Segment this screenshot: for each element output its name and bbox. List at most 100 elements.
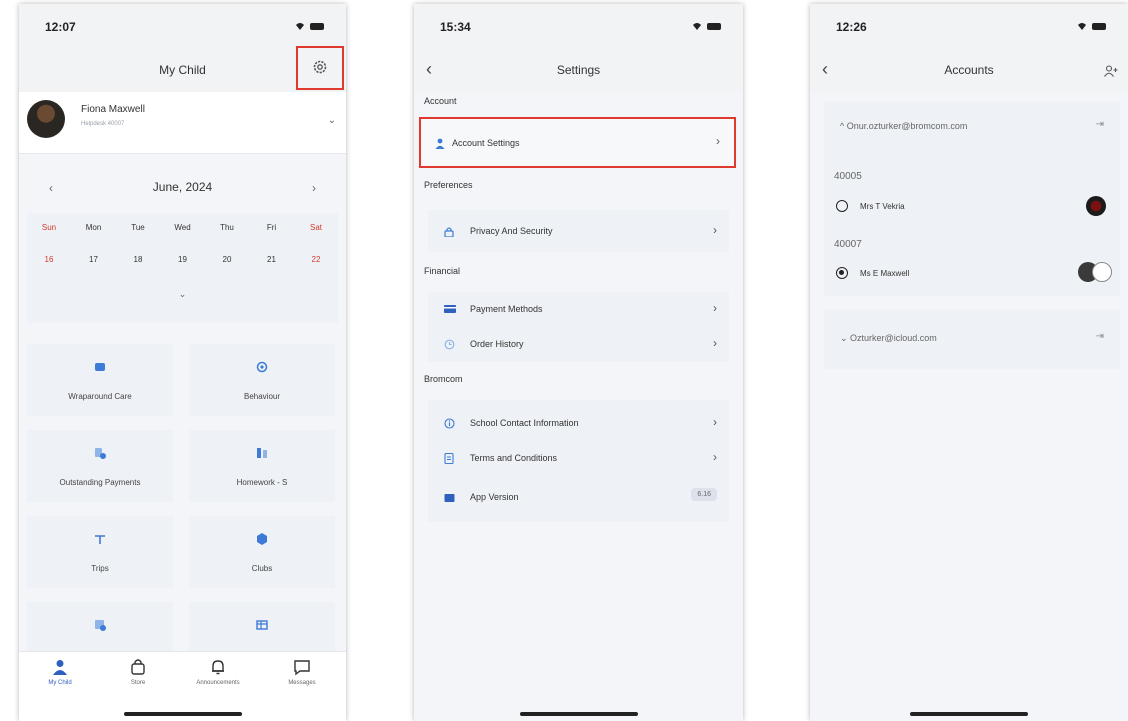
wraparound-care-icon — [95, 363, 105, 371]
calendar-date[interactable]: 21 — [258, 255, 286, 264]
privacy-security-row[interactable]: Privacy And Security › — [428, 214, 729, 248]
school-contact-row[interactable]: School Contact Information › — [428, 406, 729, 440]
calendar-week-grid: Sun Mon Tue Wed Thu Fri Sat 16 17 18 19 … — [27, 213, 338, 323]
calendar-date[interactable]: 22 — [302, 255, 330, 264]
lock-icon — [444, 227, 454, 237]
wifi-icon — [296, 23, 304, 30]
calendar-next-button[interactable]: › — [312, 181, 316, 195]
tile-behaviour[interactable]: Behaviour — [189, 344, 335, 416]
tab-label: Store — [130, 680, 146, 686]
status-time: 12:26 — [836, 20, 867, 34]
tile-label: Wraparound Care — [68, 392, 132, 401]
battery-icon — [1092, 22, 1106, 30]
calendar-date[interactable]: 19 — [169, 255, 197, 264]
status-bar: 12:07 — [19, 4, 346, 52]
tile-homework[interactable]: Homework - S — [189, 430, 335, 502]
status-bar: 15:34 — [414, 4, 743, 52]
logout-icon[interactable]: ⇥ — [1096, 331, 1104, 342]
tab-announcements[interactable]: Announcements — [183, 658, 253, 686]
avatar-placeholder-icon — [1092, 262, 1112, 282]
row-label: Account Settings — [452, 138, 520, 148]
tile-wraparound-care[interactable]: Wraparound Care — [27, 344, 173, 416]
payment-methods-row[interactable]: Payment Methods › — [428, 292, 729, 326]
child-subtitle: Helpdesk 40007 — [81, 121, 125, 127]
student-id: 40005 — [834, 171, 862, 182]
phone-my-child-screen: 12:07 My Child Fiona Maxwell Helpdesk 40… — [19, 4, 346, 721]
tab-store[interactable]: Store — [103, 658, 173, 686]
tile-label: Behaviour — [243, 392, 281, 401]
tab-messages[interactable]: Messages — [267, 658, 337, 686]
battery-icon — [707, 22, 721, 30]
person-icon — [53, 660, 67, 675]
account-panel-bromcom: ^ Onur.ozturker@bromcom.com ⇥ 40005 Mrs … — [824, 101, 1120, 296]
account-settings-row[interactable]: Account Settings › — [419, 117, 736, 168]
row-label: School Contact Information — [470, 418, 579, 428]
order-history-row[interactable]: Order History › — [428, 327, 729, 361]
chevron-right-icon: › — [713, 336, 717, 350]
status-icons — [692, 21, 721, 31]
calendar-date-row: 16 17 18 19 20 21 22 — [35, 255, 330, 264]
account-email-text: Onur.ozturker@bromcom.com — [846, 121, 968, 131]
calendar-date[interactable]: 20 — [213, 255, 241, 264]
calendar-date[interactable]: 16 — [35, 255, 63, 264]
tile-label: Clubs — [251, 564, 273, 573]
card-icon — [444, 305, 456, 313]
battery-icon — [310, 22, 324, 30]
tab-bar: My Child Store Announcements Messages — [19, 651, 346, 721]
homework-icon — [257, 448, 267, 458]
trips-icon — [95, 535, 105, 544]
section-heading-preferences: Preferences — [424, 180, 473, 190]
tile-clubs[interactable]: Clubs — [189, 516, 335, 588]
home-indicator — [123, 712, 242, 716]
status-icons — [295, 21, 324, 31]
logout-icon[interactable]: ⇥ — [1096, 119, 1104, 130]
calendar-expand-chevron-icon[interactable]: ⌄ — [27, 289, 338, 300]
bell-icon — [212, 660, 224, 675]
wifi-icon — [1078, 23, 1086, 30]
timetable-icon — [256, 620, 268, 630]
settings-button[interactable] — [296, 46, 344, 90]
history-icon — [444, 339, 455, 350]
account-header-row[interactable]: ⌄ Ozturker@icloud.com ⇥ — [824, 331, 1120, 351]
weekday-label: Wed — [174, 223, 191, 232]
account-header-row[interactable]: ^ Onur.ozturker@bromcom.com ⇥ — [824, 119, 1120, 139]
financial-group: Payment Methods › Order History › — [428, 292, 729, 362]
chevron-right-icon: › — [713, 450, 717, 464]
tab-my-child[interactable]: My Child — [25, 658, 95, 686]
phone-accounts-screen: 12:26 ‹ Accounts ^ Onur.ozturker@bromcom… — [810, 4, 1128, 721]
tile-trips[interactable]: Trips — [27, 516, 173, 588]
row-label: Payment Methods — [470, 304, 543, 314]
calendar-date[interactable]: 18 — [124, 255, 152, 264]
weekday-label: Thu — [220, 223, 234, 232]
page-title: Accounts — [944, 63, 994, 77]
page-title: Settings — [556, 63, 601, 77]
weekday-label: Mon — [85, 223, 102, 232]
status-time: 15:34 — [440, 20, 471, 34]
weekday-label: Sat — [309, 223, 322, 232]
chevron-down-icon: ⌄ — [840, 333, 851, 343]
terms-conditions-row[interactable]: Terms and Conditions › — [428, 441, 729, 475]
bromcom-group: School Contact Information › Terms and C… — [428, 400, 729, 522]
child-selector[interactable]: Fiona Maxwell Helpdesk 40007 ⌄ — [19, 92, 346, 154]
chevron-right-icon: › — [713, 415, 717, 429]
weekday-label: Fri — [266, 223, 277, 232]
avatar — [27, 100, 65, 138]
row-label: Privacy And Security — [470, 226, 553, 236]
tile-outstanding-payments[interactable]: Outstanding Payments — [27, 430, 173, 502]
chevron-down-icon[interactable]: ⌄ — [328, 115, 336, 126]
row-label: Terms and Conditions — [470, 453, 558, 463]
calendar-date[interactable]: 17 — [80, 255, 108, 264]
tab-label: My Child — [48, 680, 72, 686]
message-icon — [294, 660, 310, 676]
gear-icon — [313, 60, 327, 74]
add-account-icon[interactable] — [1104, 65, 1118, 77]
radio-button-selected[interactable] — [836, 267, 848, 279]
status-time: 12:07 — [45, 20, 76, 34]
chevron-right-icon: › — [713, 301, 717, 315]
calendar-payments-icon — [95, 620, 106, 631]
row-label: App Version — [470, 492, 519, 502]
tile-label: Outstanding Payments — [59, 478, 141, 487]
preferences-group: Privacy And Security › — [428, 210, 729, 252]
radio-button-unselected[interactable] — [836, 200, 848, 212]
tile-label: Homework - S — [236, 478, 288, 487]
